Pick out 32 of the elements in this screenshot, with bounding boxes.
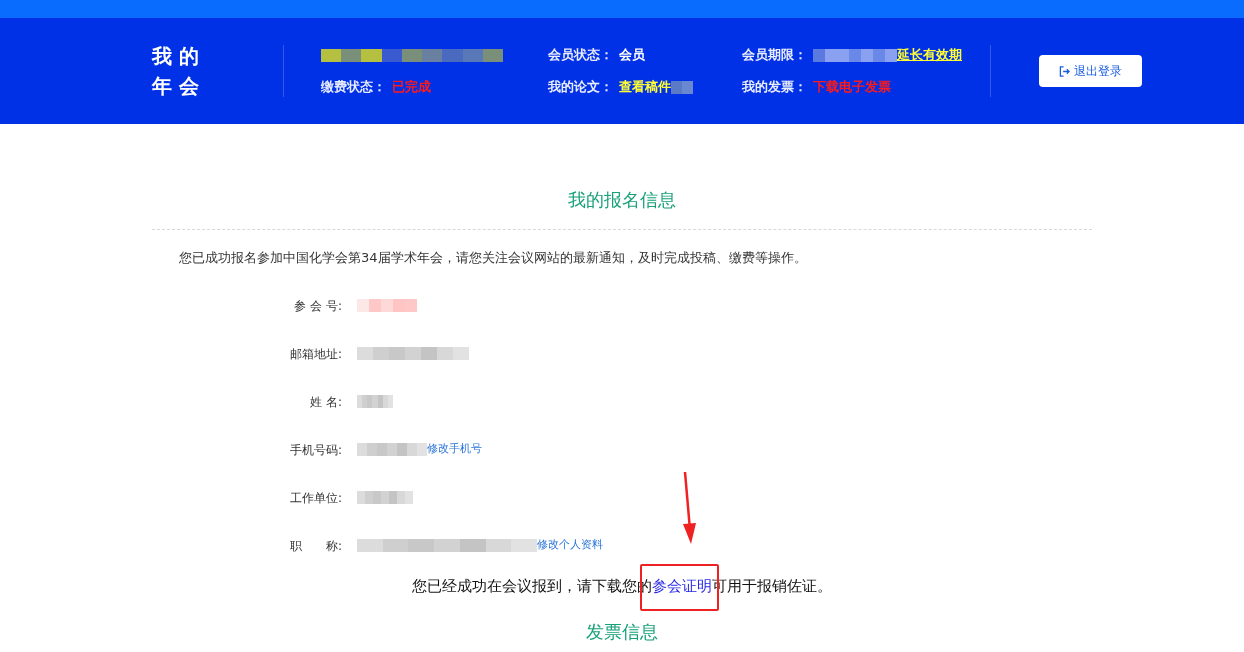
field-value: 会员: [619, 46, 645, 65]
field-label: 我的论文：: [548, 78, 613, 97]
redacted-block: [357, 395, 393, 408]
section-title: 我的报名信息: [567, 188, 677, 212]
status-text: 已完成: [392, 78, 431, 97]
form-label: 工作单位:: [288, 489, 342, 507]
view-paper-link[interactable]: 查看稿件: [619, 77, 671, 97]
form-label: 参 会 号:: [293, 297, 342, 315]
certificate-link[interactable]: 参会证明: [652, 576, 712, 595]
edit-link[interactable]: 修改手机号: [427, 441, 482, 458]
form-label: 姓 名:: [309, 393, 342, 411]
field-label: 我的发票：: [742, 78, 807, 97]
field-label: 会员期限：: [742, 46, 807, 65]
redacted-block: [357, 299, 417, 312]
logo-text: 我 的: [152, 44, 199, 68]
redacted-block: [357, 491, 413, 504]
logout-button[interactable]: 退出登录: [1039, 55, 1142, 87]
section-title: 发票信息: [585, 619, 659, 644]
redacted-block: [671, 80, 693, 94]
form-label: 手机号码:: [288, 441, 342, 459]
annotation-arrow: [680, 472, 698, 544]
field-label: 缴费状态：: [321, 78, 386, 97]
status-text: 下载电子发票: [813, 78, 891, 97]
logo-text: 年 会: [152, 74, 199, 98]
form-label: 邮箱地址:: [288, 345, 342, 363]
edit-link[interactable]: 修改个人资料: [537, 537, 603, 554]
field-label: 会员状态：: [548, 46, 613, 65]
extend-validity-link[interactable]: 延长有效期: [897, 45, 962, 65]
redacted-block: [357, 443, 427, 456]
form-label: 职 称:: [288, 537, 342, 555]
intro-text: 您已成功报名参加中国化学会第34届学术年会，请您关注会议网站的最新通知，及时完成投稿、缴费等操作。: [178, 249, 808, 267]
logout-icon: [1059, 65, 1070, 77]
